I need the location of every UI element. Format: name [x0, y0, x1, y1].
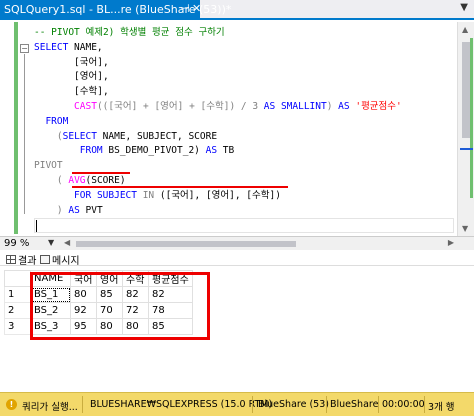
current-line-highlight	[34, 218, 454, 233]
annotation-highlight-box	[30, 272, 210, 340]
code-line-6: CAST(([국어] + [영어] + [수학]) / 3 AS SMALLIN…	[74, 100, 402, 112]
tab-overflow-icon[interactable]: ▼	[460, 2, 468, 13]
row-number-header[interactable]	[4, 270, 31, 287]
query-tab[interactable]: SQLQuery1.sql - BL...re (BlueShare (53))…	[0, 0, 231, 20]
database-name: BlueShare	[330, 399, 379, 410]
status-divider	[378, 396, 379, 413]
code-line-5: [수학],	[34, 86, 109, 98]
code-line-8: (SELECT NAME, SUBJECT, SCORE	[56, 130, 218, 142]
status-divider	[252, 396, 253, 413]
scroll-left-icon[interactable]: ◀	[64, 238, 70, 247]
scroll-down-icon[interactable]: ▼	[462, 224, 468, 233]
editor-vertical-scrollbar[interactable]: ▲ ▼	[457, 22, 474, 236]
annotation-underline-avg	[72, 172, 130, 174]
code-line-9: FROM BS_DEMO_PIVOT_2) AS TB	[79, 145, 235, 157]
scrollbar-change-marker	[470, 38, 473, 198]
server-name: BLUESHARE₩SQLEXPRESS (15.0 RTM)	[90, 399, 273, 410]
change-tracking-bar	[14, 22, 18, 234]
status-divider	[424, 396, 425, 413]
outline-line	[24, 54, 25, 214]
user-name: BlueShare (53)	[258, 399, 329, 410]
tab-messages[interactable]: 메시지	[40, 252, 80, 267]
status-divider	[82, 396, 83, 413]
code-line-11: ( AVG(SCORE)	[56, 174, 126, 186]
status-bar: ! 쿼리가 실행... BLUESHARE₩SQLEXPRESS (15.0 R…	[0, 392, 474, 416]
row-count: 3개 행	[428, 402, 455, 413]
zoom-level[interactable]: 99 %	[4, 238, 29, 249]
code-line-1: -- PIVOT 예제2) 학생별 평균 점수 구하기	[34, 27, 225, 38]
row-number[interactable]: 3	[4, 318, 31, 335]
close-icon[interactable]: ✕	[192, 2, 201, 15]
code-line-12: FOR SUBJECT IN ([국어], [영어], [수학])	[74, 189, 281, 201]
status-divider	[326, 396, 327, 413]
code-line-13: ) AS PVT	[56, 204, 103, 216]
code-text[interactable]: -- PIVOT 예제2) 학생별 평균 점수 구하기 SELECT NAME,…	[34, 26, 402, 218]
code-line-3: [국어],	[34, 56, 109, 68]
code-line-7: FROM	[45, 115, 69, 127]
tab-results-label: 결과	[18, 256, 37, 267]
scrollbar-caret-marker	[460, 148, 473, 150]
row-number[interactable]: 1	[4, 286, 31, 303]
results-tab-bar: 결과 메시지	[0, 251, 474, 267]
horizontal-scrollbar-thumb[interactable]	[76, 241, 296, 247]
warning-icon: !	[6, 399, 17, 410]
sql-editor[interactable]: − -- PIVOT 예제2) 학생별 평균 점수 구하기 SELECT NAM…	[0, 22, 474, 236]
query-status: 쿼리가 실행...	[22, 402, 78, 413]
scroll-right-icon[interactable]: ▶	[448, 238, 454, 247]
zoom-dropdown-icon[interactable]: ▼	[48, 238, 54, 247]
row-number[interactable]: 2	[4, 302, 31, 319]
scroll-up-icon[interactable]: ▲	[462, 25, 468, 34]
tab-messages-label: 메시지	[52, 256, 80, 267]
tab-results[interactable]: 결과	[6, 252, 36, 267]
scrollbar-thumb[interactable]	[462, 42, 470, 138]
collapse-icon[interactable]: −	[20, 44, 29, 53]
grid-icon	[6, 255, 16, 264]
pin-icon[interactable]: ⊣	[180, 2, 190, 15]
annotation-underline-for	[72, 186, 288, 188]
code-line-4: [영어],	[34, 71, 109, 83]
text-caret	[36, 220, 37, 232]
code-line-10: PIVOT	[34, 160, 63, 172]
elapsed-time: 00:00:00	[382, 399, 425, 410]
message-icon	[40, 255, 50, 264]
code-line-2: SELECT NAME,	[34, 41, 103, 53]
document-tab-bar: SQLQuery1.sql - BL...re (BlueShare (53))…	[0, 0, 474, 20]
editor-horizontal-bar: 99 % ▼ ◀ ▶	[0, 236, 474, 250]
